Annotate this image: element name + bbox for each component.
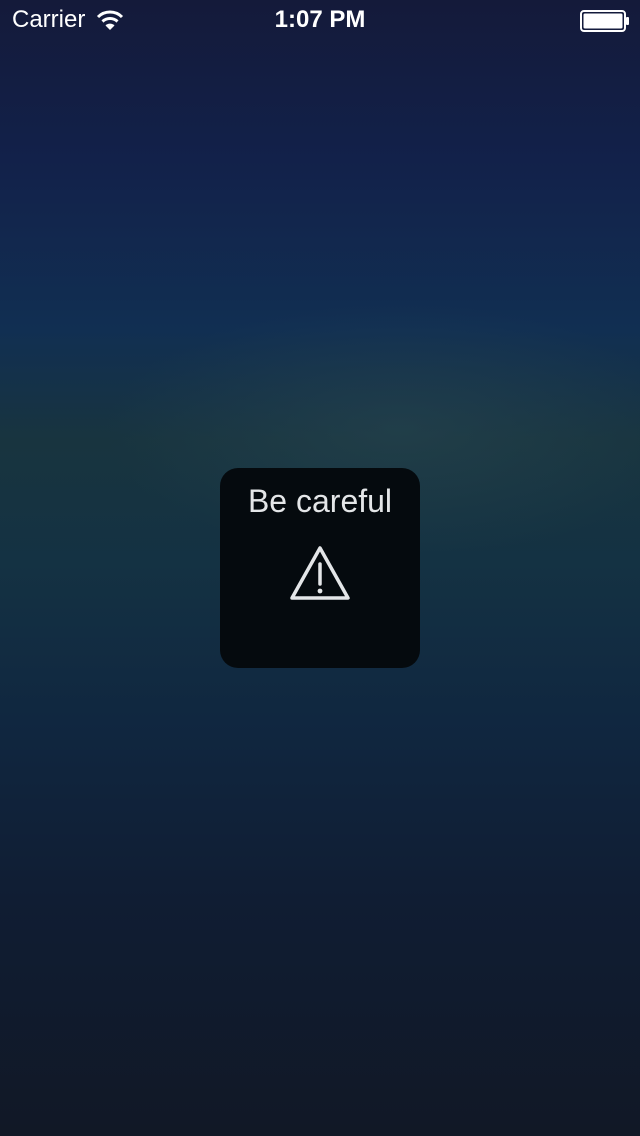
warning-hud: Be careful <box>220 468 420 668</box>
hud-title: Be careful <box>247 483 393 519</box>
battery-icon <box>580 10 629 32</box>
warning-icon <box>290 546 350 600</box>
status-time: 1:07 PM <box>274 6 366 33</box>
status-bar: Carrier 1:07 PM <box>0 0 640 40</box>
